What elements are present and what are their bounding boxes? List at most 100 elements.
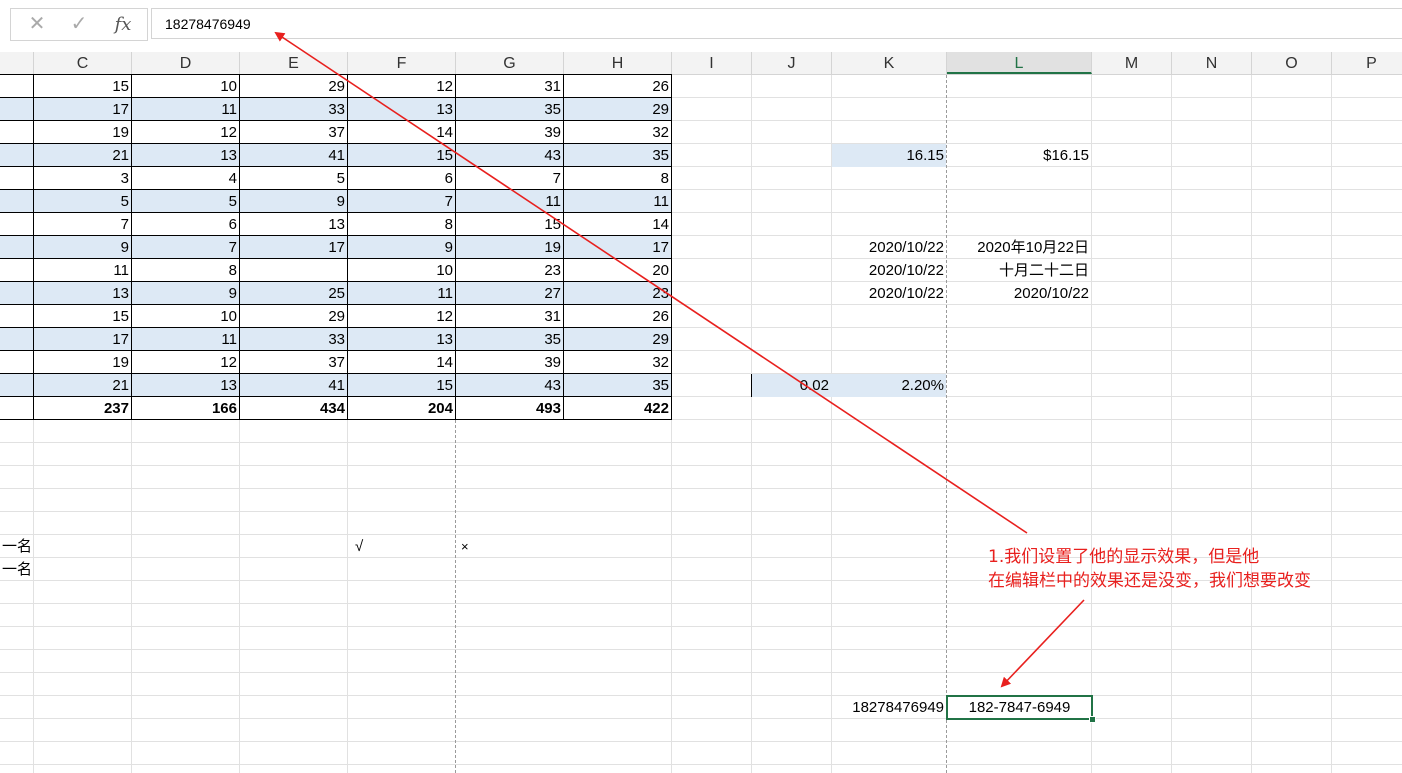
- table-cell[interactable]: 7: [34, 213, 132, 236]
- table-cell[interactable]: 32: [564, 351, 672, 374]
- table-cell[interactable]: 10: [348, 259, 456, 282]
- close-icon[interactable]: ✕: [17, 9, 57, 40]
- table-cell[interactable]: 5: [34, 190, 132, 213]
- table-cell[interactable]: 11: [348, 282, 456, 305]
- table-cell[interactable]: 29: [564, 98, 672, 121]
- table-cell[interactable]: 17: [240, 236, 348, 259]
- table-cell[interactable]: 29: [564, 328, 672, 351]
- table-cell[interactable]: 8: [132, 259, 240, 282]
- table-cell[interactable]: 9: [34, 236, 132, 259]
- fx-icon[interactable]: fx: [103, 9, 143, 40]
- check-mark-cell[interactable]: √: [353, 535, 393, 558]
- table-cell[interactable]: 23: [456, 259, 564, 282]
- table-cell[interactable]: 26: [564, 305, 672, 328]
- table-cell[interactable]: 10: [132, 305, 240, 328]
- total-cell[interactable]: 493: [456, 397, 564, 420]
- cell-K4[interactable]: 16.15: [832, 144, 947, 167]
- table-cell[interactable]: 39: [456, 121, 564, 144]
- table-cell[interactable]: 37: [240, 121, 348, 144]
- table-cell[interactable]: 35: [456, 328, 564, 351]
- table-cell[interactable]: 17: [34, 98, 132, 121]
- cell-K10[interactable]: 2020/10/22: [832, 282, 947, 305]
- table-cell[interactable]: 4: [132, 167, 240, 190]
- column-header[interactable]: D: [132, 52, 240, 74]
- check-icon[interactable]: ✓: [59, 9, 99, 40]
- column-header[interactable]: N: [1172, 52, 1252, 74]
- table-cell[interactable]: 29: [240, 305, 348, 328]
- table-cell[interactable]: 17: [34, 328, 132, 351]
- table-cell[interactable]: 25: [240, 282, 348, 305]
- column-header[interactable]: P: [1332, 52, 1402, 74]
- table-cell[interactable]: 21: [34, 374, 132, 397]
- cell-K14[interactable]: 2.20%: [832, 374, 947, 397]
- table-cell[interactable]: 35: [564, 374, 672, 397]
- total-cell[interactable]: 204: [348, 397, 456, 420]
- table-cell[interactable]: 14: [348, 351, 456, 374]
- table-cell[interactable]: 11: [456, 190, 564, 213]
- table-cell[interactable]: 6: [132, 213, 240, 236]
- column-header-B[interactable]: [0, 52, 34, 74]
- table-cell[interactable]: 17: [564, 236, 672, 259]
- total-cell[interactable]: 422: [564, 397, 672, 420]
- table-cell[interactable]: 7: [132, 236, 240, 259]
- formula-input[interactable]: 18278476949: [151, 8, 1402, 39]
- fill-handle[interactable]: [1089, 716, 1096, 723]
- column-header[interactable]: C: [34, 52, 132, 74]
- cell-K8[interactable]: 2020/10/22: [832, 236, 947, 259]
- table-cell[interactable]: 8: [564, 167, 672, 190]
- cell-K9[interactable]: 2020/10/22: [832, 259, 947, 282]
- table-cell[interactable]: 14: [348, 121, 456, 144]
- table-cell[interactable]: 5: [132, 190, 240, 213]
- table-cell[interactable]: 9: [240, 190, 348, 213]
- total-cell[interactable]: 237: [34, 397, 132, 420]
- table-cell[interactable]: 13: [240, 213, 348, 236]
- table-cell[interactable]: 15: [34, 75, 132, 98]
- table-cell[interactable]: 7: [456, 167, 564, 190]
- table-cell[interactable]: 11: [132, 98, 240, 121]
- table-cell[interactable]: 41: [240, 374, 348, 397]
- table-cell[interactable]: 14: [564, 213, 672, 236]
- table-cell[interactable]: 33: [240, 328, 348, 351]
- cross-mark-cell[interactable]: ×: [459, 535, 499, 558]
- table-cell[interactable]: 8: [348, 213, 456, 236]
- table-cell[interactable]: 31: [456, 75, 564, 98]
- table-cell[interactable]: 31: [456, 305, 564, 328]
- worksheet-grid[interactable]: 16.15 $16.15 2020/10/22 2020年10月22日 2020…: [0, 74, 1402, 773]
- table-cell[interactable]: 11: [564, 190, 672, 213]
- column-header[interactable]: O: [1252, 52, 1332, 74]
- table-cell[interactable]: 11: [34, 259, 132, 282]
- table-cell[interactable]: 29: [240, 75, 348, 98]
- table-cell[interactable]: 19: [456, 236, 564, 259]
- table-cell[interactable]: 6: [348, 167, 456, 190]
- table-cell[interactable]: 5: [240, 167, 348, 190]
- cell-J14[interactable]: 0.02: [752, 374, 832, 397]
- table-cell[interactable]: 12: [132, 121, 240, 144]
- table-cell[interactable]: 15: [348, 374, 456, 397]
- table-cell[interactable]: 7: [348, 190, 456, 213]
- table-cell[interactable]: 9: [132, 282, 240, 305]
- table-cell[interactable]: 13: [348, 98, 456, 121]
- table-cell[interactable]: 13: [132, 374, 240, 397]
- table-cell[interactable]: 32: [564, 121, 672, 144]
- table-cell[interactable]: 11: [132, 328, 240, 351]
- column-header[interactable]: F: [348, 52, 456, 74]
- cell-L10[interactable]: 2020/10/22: [947, 282, 1092, 305]
- column-header[interactable]: K: [832, 52, 947, 74]
- cell-B22[interactable]: 一名: [0, 558, 40, 581]
- column-header[interactable]: G: [456, 52, 564, 74]
- table-cell[interactable]: 41: [240, 144, 348, 167]
- table-cell[interactable]: 13: [34, 282, 132, 305]
- table-cell[interactable]: 26: [564, 75, 672, 98]
- table-cell[interactable]: 3: [34, 167, 132, 190]
- table-cell[interactable]: 15: [456, 213, 564, 236]
- table-cell[interactable]: 21: [34, 144, 132, 167]
- column-header[interactable]: E: [240, 52, 348, 74]
- table-cell[interactable]: 27: [456, 282, 564, 305]
- table-cell[interactable]: 12: [132, 351, 240, 374]
- cell-L9[interactable]: 十月二十二日: [947, 259, 1092, 282]
- table-cell[interactable]: 19: [34, 351, 132, 374]
- total-cell[interactable]: 166: [132, 397, 240, 420]
- table-cell[interactable]: 37: [240, 351, 348, 374]
- table-cell[interactable]: 10: [132, 75, 240, 98]
- table-cell[interactable]: 20: [564, 259, 672, 282]
